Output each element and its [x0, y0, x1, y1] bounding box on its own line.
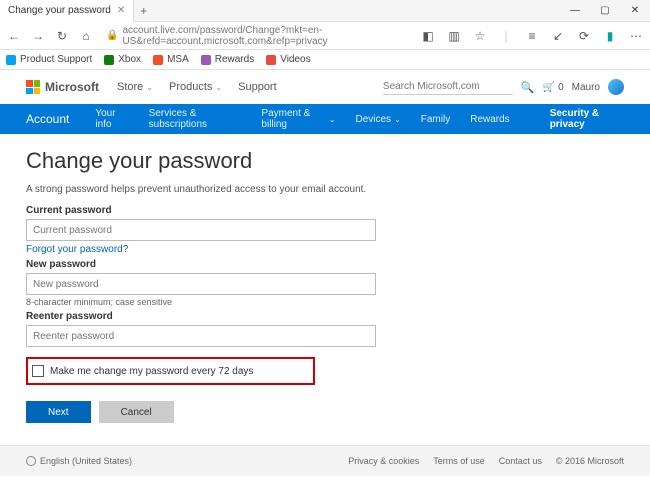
footer-link-terms[interactable]: Terms of use [433, 456, 485, 466]
chevron-down-icon: ⌄ [215, 83, 222, 92]
nav-security-privacy[interactable]: Security & privacy [550, 108, 624, 130]
back-icon[interactable]: ← [6, 28, 22, 44]
favorite-icon-product [6, 55, 16, 65]
lock-icon: 🔒 [106, 30, 118, 41]
favorite-item[interactable]: Videos [266, 54, 310, 65]
tab-title: Change your password [8, 5, 111, 16]
favorite-icon-rewards [201, 55, 211, 65]
nav-services[interactable]: Services & subscriptions [149, 108, 242, 130]
nav-payment[interactable]: Payment & billing⌄ [261, 108, 335, 130]
account-nav: Account Your info Services & subscriptio… [0, 104, 650, 134]
window-close-button[interactable]: ✕ [620, 0, 650, 22]
site-footer: English (United States) Privacy & cookie… [0, 446, 650, 476]
forgot-password-link[interactable]: Forgot your password? [26, 244, 128, 255]
nav-your-info[interactable]: Your info [95, 108, 128, 130]
current-password-label: Current password [26, 205, 624, 216]
nav-products[interactable]: Products⌄ [169, 81, 222, 93]
toolbar-icon-2[interactable]: ▥ [446, 28, 462, 44]
favorite-item[interactable]: Xbox [104, 54, 141, 65]
window-minimize-button[interactable]: — [560, 0, 590, 22]
url-text: account.live.com/password/Change?mkt=en-… [122, 25, 408, 47]
favorite-icon-videos [266, 55, 276, 65]
forward-icon[interactable]: → [30, 28, 46, 44]
change-every-72-days-checkbox[interactable] [32, 365, 44, 377]
more-icon[interactable]: ⋯ [628, 28, 644, 44]
change-every-72-days-row: Make me change my password every 72 days [26, 357, 315, 385]
browser-toolbar: ← → ↻ ⌂ 🔒 account.live.com/password/Chan… [0, 22, 650, 50]
search-icon[interactable]: 🔍 [521, 81, 535, 94]
nav-devices[interactable]: Devices⌄ [355, 114, 400, 125]
chevron-down-icon: ⌄ [146, 83, 153, 92]
nav-store[interactable]: Store⌄ [117, 81, 153, 93]
chevron-down-icon: ⌄ [329, 115, 336, 124]
account-heading: Account [26, 112, 69, 126]
current-password-input[interactable] [26, 219, 376, 241]
nav-rewards[interactable]: Rewards [470, 114, 509, 125]
globe-icon [26, 456, 36, 466]
settings-icon[interactable]: ⟳ [576, 28, 592, 44]
username-label[interactable]: Mauro [572, 82, 600, 93]
main-content: Change your password A strong password h… [0, 134, 650, 423]
reading-list-icon[interactable]: ≡ [524, 28, 540, 44]
extension-icon[interactable]: ▮ [602, 28, 618, 44]
chevron-down-icon: ⌄ [394, 115, 401, 124]
page-subtitle: A strong password helps prevent unauthor… [26, 184, 624, 195]
browser-tab[interactable]: Change your password ✕ [0, 0, 134, 22]
site-header: Microsoft Store⌄ Products⌄ Support 🔍 🛒0 … [0, 70, 650, 104]
favorite-icon-msa [153, 55, 163, 65]
password-hint: 8-character minimum; case sensitive [26, 297, 624, 307]
cart-icon: 🛒 [543, 82, 555, 93]
toolbar-divider: | [498, 28, 514, 44]
search-input[interactable] [383, 79, 513, 95]
page-title: Change your password [26, 148, 624, 174]
microsoft-logo[interactable]: Microsoft [26, 80, 99, 94]
favorite-item[interactable]: Product Support [6, 54, 92, 65]
footer-link-contact[interactable]: Contact us [499, 456, 542, 466]
microsoft-logo-text: Microsoft [45, 80, 99, 94]
window-maximize-button[interactable]: ▢ [590, 0, 620, 22]
change-every-72-days-label: Make me change my password every 72 days [50, 366, 253, 377]
address-bar[interactable]: 🔒 account.live.com/password/Change?mkt=e… [102, 25, 412, 47]
nav-support[interactable]: Support [238, 81, 277, 93]
window-titlebar: Change your password ✕ + — ▢ ✕ [0, 0, 650, 22]
cancel-button[interactable]: Cancel [99, 401, 174, 423]
favorites-bar: Product Support Xbox MSA Rewards Videos [0, 50, 650, 70]
microsoft-logo-icon [26, 80, 40, 94]
new-password-input[interactable] [26, 273, 376, 295]
next-button[interactable]: Next [26, 401, 91, 423]
reenter-password-input[interactable] [26, 325, 376, 347]
favorite-icon[interactable]: ☆ [472, 28, 488, 44]
toolbar-icon-1[interactable]: ◧ [420, 28, 436, 44]
footer-copyright: © 2016 Microsoft [556, 456, 624, 466]
avatar[interactable] [608, 79, 624, 95]
favorite-item[interactable]: MSA [153, 54, 189, 65]
footer-link-privacy[interactable]: Privacy & cookies [348, 456, 419, 466]
home-icon[interactable]: ⌂ [78, 28, 94, 44]
nav-family[interactable]: Family [421, 114, 450, 125]
close-tab-icon[interactable]: ✕ [117, 5, 125, 16]
share-icon[interactable]: ↙ [550, 28, 566, 44]
refresh-icon[interactable]: ↻ [54, 28, 70, 44]
locale-link[interactable]: English (United States) [40, 456, 132, 466]
new-tab-button[interactable]: + [134, 4, 153, 18]
cart-button[interactable]: 🛒0 [543, 82, 564, 93]
reenter-password-label: Reenter password [26, 311, 624, 322]
favorite-icon-xbox [104, 55, 114, 65]
favorite-item[interactable]: Rewards [201, 54, 254, 65]
new-password-label: New password [26, 259, 624, 270]
